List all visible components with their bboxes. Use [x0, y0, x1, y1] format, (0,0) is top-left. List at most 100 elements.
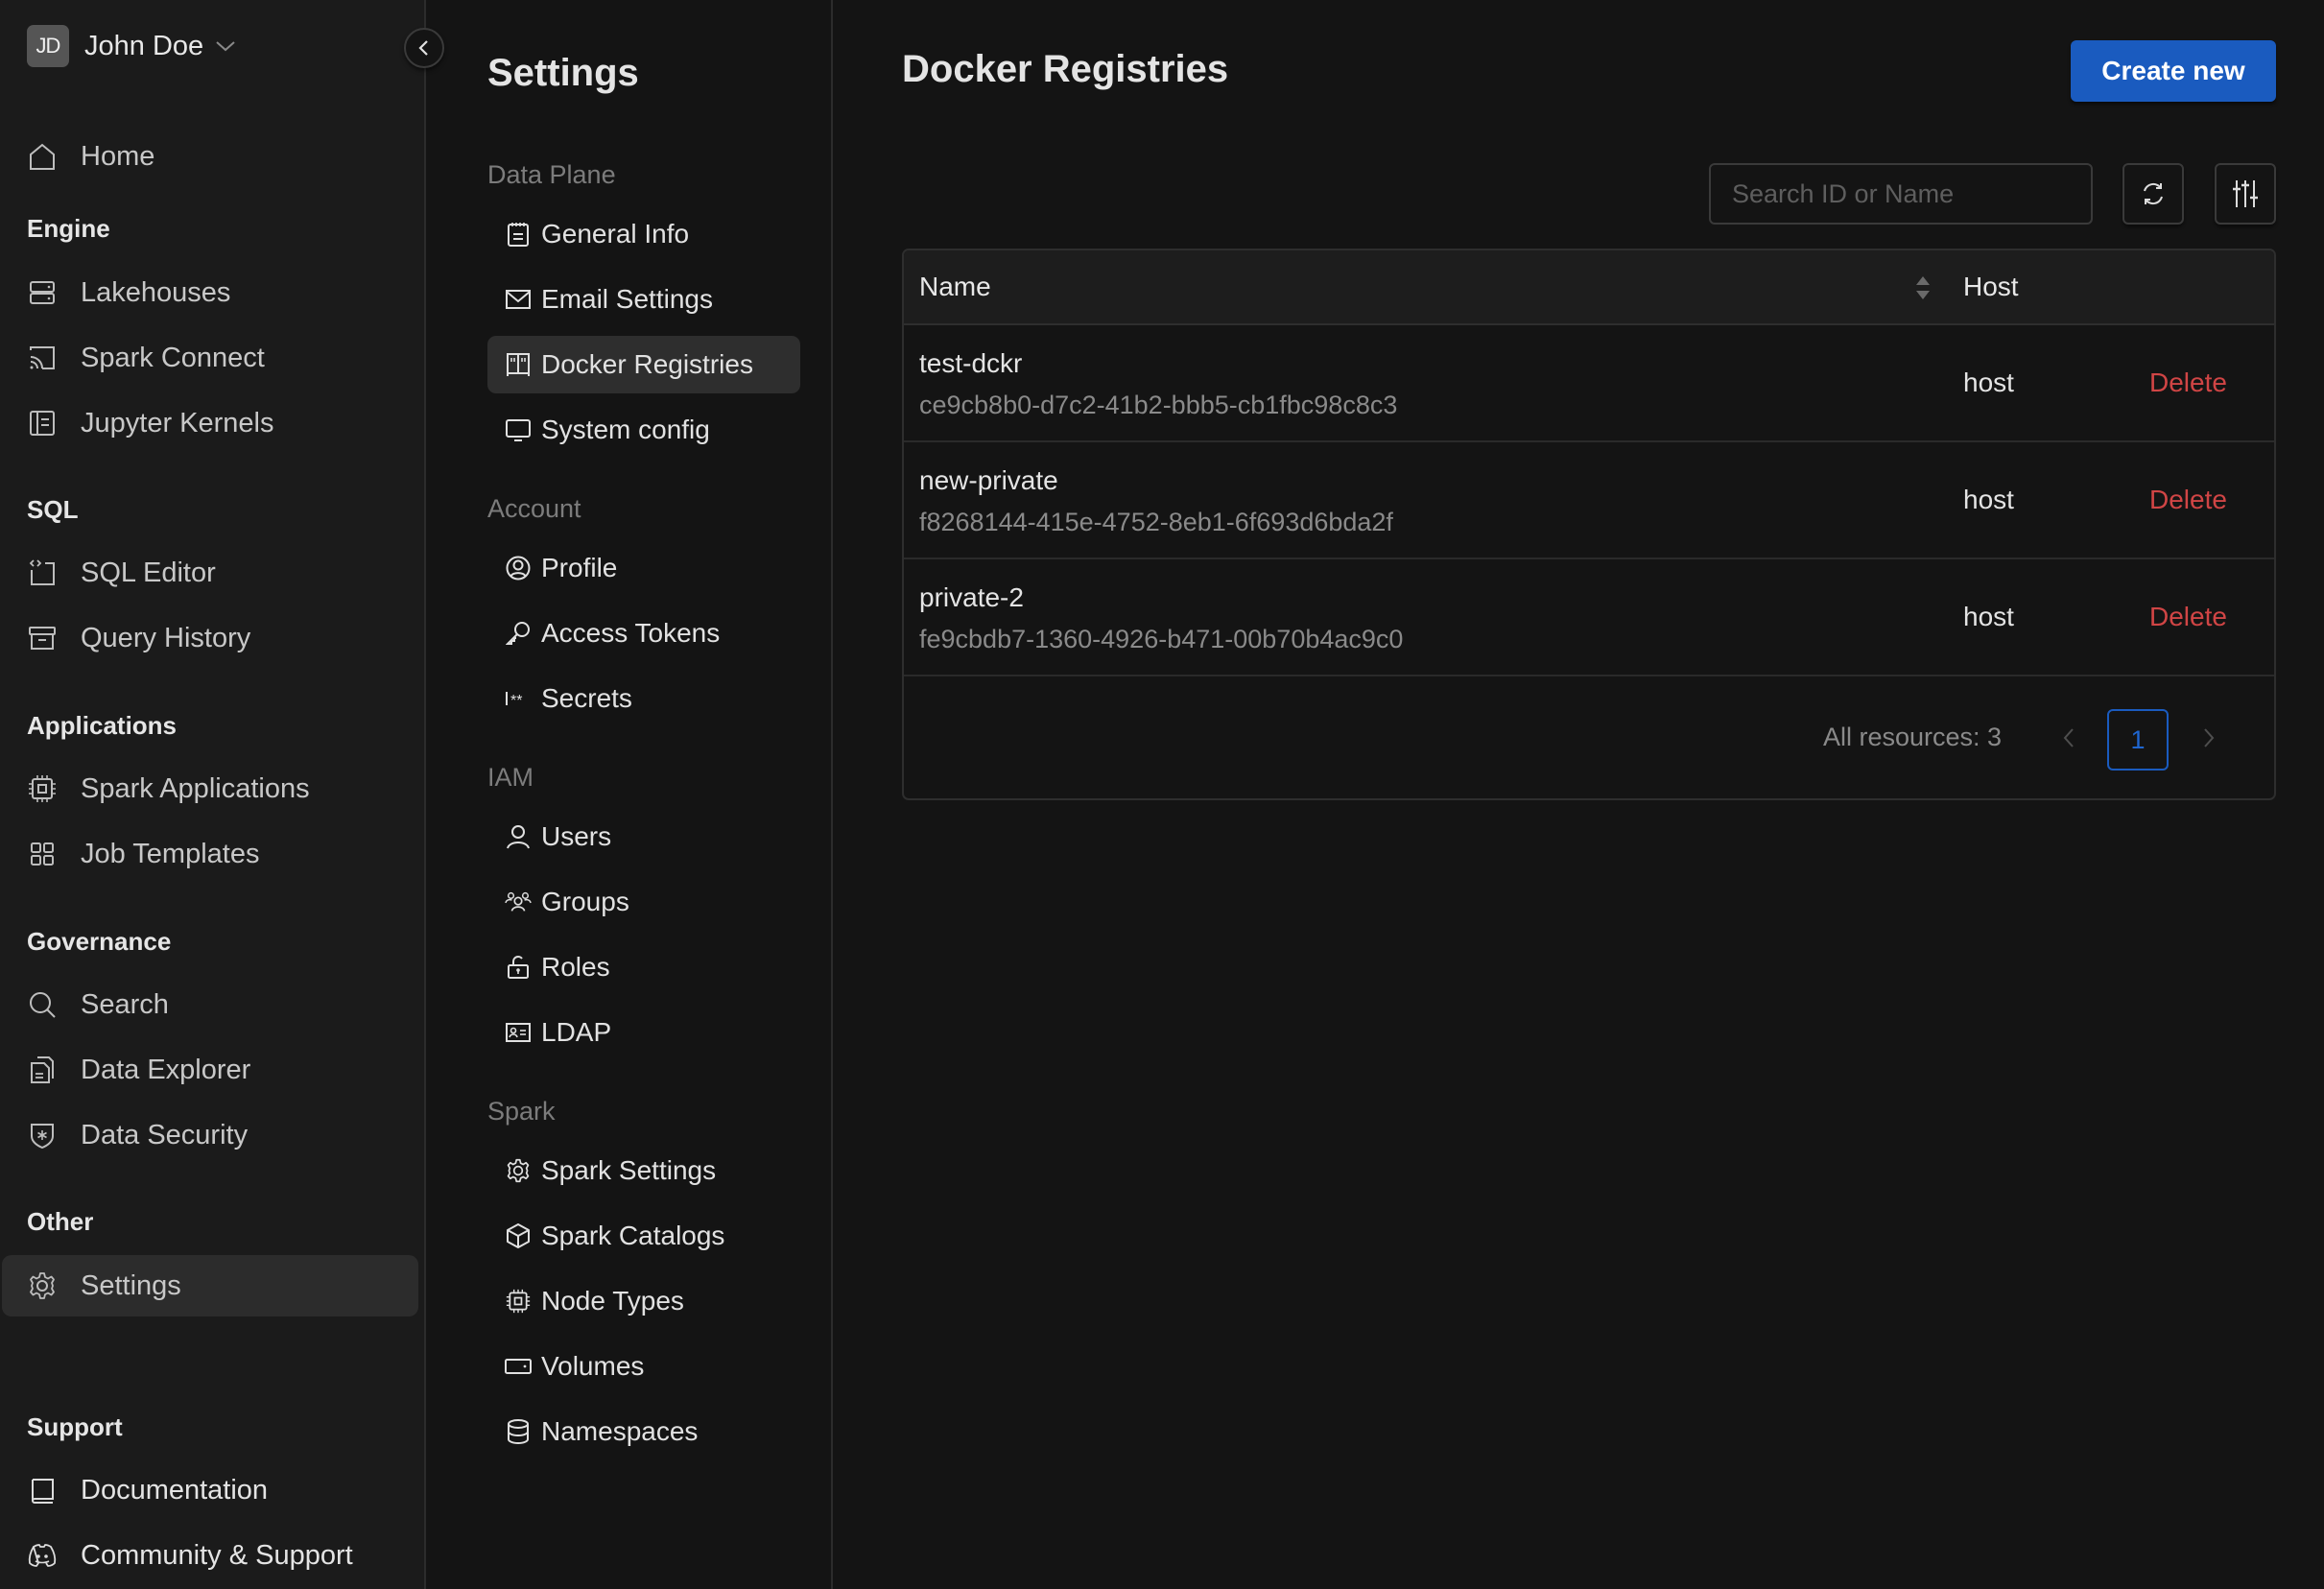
chevron-down-icon: [216, 41, 235, 52]
registry-name[interactable]: private-2: [919, 582, 1024, 613]
table-row[interactable]: new-private f8268144-415e-4752-8eb1-6f69…: [904, 442, 2274, 559]
sidebar-item-data-security[interactable]: Data Security: [2, 1104, 418, 1166]
settings-item-label: Users: [541, 821, 612, 851]
id-card-icon: [505, 1019, 532, 1046]
column-header-name[interactable]: Name: [919, 250, 991, 323]
settings-item-label: Access Tokens: [541, 618, 721, 648]
sidebar-item-search[interactable]: Search: [2, 974, 418, 1035]
search-input[interactable]: [1709, 163, 2093, 225]
sidebar-item-home[interactable]: Home: [2, 126, 418, 187]
discord-icon: [27, 1540, 58, 1571]
settings-item-label: Spark Settings: [541, 1155, 717, 1185]
sidebar-item-lakehouses[interactable]: Lakehouses: [2, 262, 418, 323]
sidebar-item-label: Home: [81, 140, 155, 172]
sort-icon[interactable]: [1913, 273, 1933, 302]
settings-item-users[interactable]: Users: [487, 808, 800, 866]
column-settings-button[interactable]: [2215, 163, 2276, 225]
settings-item-profile[interactable]: Profile: [487, 539, 800, 597]
user-icon: [505, 823, 532, 850]
settings-item-spark-catalogs[interactable]: Spark Catalogs: [487, 1207, 800, 1265]
code-editor-icon: [27, 557, 58, 588]
sidebar-item-label: Query History: [81, 622, 251, 653]
sidebar-item-jupyter-kernels[interactable]: Jupyter Kernels: [2, 392, 418, 454]
users-group-icon: [505, 889, 532, 915]
settings-item-label: Volumes: [541, 1351, 645, 1381]
table-header: Name Host: [904, 250, 2274, 325]
sidebar-item-label: Job Templates: [81, 838, 260, 869]
sidebar-item-label: Settings: [81, 1269, 181, 1301]
sidebar-item-spark-applications[interactable]: Spark Applications: [2, 758, 418, 819]
settings-item-general-info[interactable]: General Info: [487, 205, 800, 263]
registry-name[interactable]: test-dckr: [919, 348, 1022, 379]
registry-host: host: [1963, 368, 2014, 397]
notepad-icon: [505, 221, 532, 248]
page-title: Docker Registries: [902, 48, 1229, 90]
settings-item-roles[interactable]: Roles: [487, 938, 800, 996]
sidebar-item-label: Data Security: [81, 1119, 249, 1150]
cast-icon: [27, 343, 58, 373]
page-button-current[interactable]: 1: [2107, 709, 2169, 771]
sidebar-item-settings[interactable]: Settings: [2, 1255, 418, 1316]
settings-item-label: General Info: [541, 219, 690, 249]
settings-item-secrets[interactable]: ** Secrets: [487, 670, 800, 727]
sidebar-section-support: Support: [27, 1412, 123, 1441]
previous-page-button[interactable]: [2055, 721, 2082, 755]
sidebar-section-applications: Applications: [27, 711, 178, 740]
settings-item-access-tokens[interactable]: Access Tokens: [487, 605, 800, 662]
refresh-button[interactable]: [2122, 163, 2184, 225]
create-new-button[interactable]: Create new: [2071, 40, 2276, 102]
registry-id: ce9cb8b0-d7c2-41b2-bbb5-cb1fbc98c8c3: [919, 391, 1398, 419]
settings-section-spark: Spark: [487, 1097, 556, 1126]
settings-item-label: Secrets: [541, 683, 632, 713]
database-icon: [505, 1418, 532, 1445]
settings-item-groups[interactable]: Groups: [487, 873, 800, 931]
settings-item-node-types[interactable]: Node Types: [487, 1272, 800, 1330]
settings-section-iam: IAM: [487, 763, 534, 792]
settings-item-label: Roles: [541, 952, 610, 982]
main-content: Docker Registries Create new Name Host t…: [833, 0, 2324, 1589]
delete-button[interactable]: Delete: [2149, 602, 2227, 632]
sidebar-item-sql-editor[interactable]: SQL Editor: [2, 542, 418, 604]
registries-table: Name Host test-dckr ce9cb8b0-d7c2-41b2-b…: [902, 249, 2276, 800]
sidebar-item-job-templates[interactable]: Job Templates: [2, 823, 418, 885]
registry-name[interactable]: new-private: [919, 465, 1058, 496]
notebook-icon: [27, 408, 58, 439]
collapse-sidebar-button[interactable]: [404, 28, 444, 68]
key-icon: [505, 620, 532, 647]
sidebar-item-label: Documentation: [81, 1474, 269, 1506]
mail-icon: [505, 286, 532, 313]
delete-button[interactable]: Delete: [2149, 485, 2227, 515]
settings-item-label: Profile: [541, 553, 618, 582]
settings-item-system-config[interactable]: System config: [487, 401, 800, 459]
settings-item-docker-registries[interactable]: Docker Registries: [487, 336, 800, 393]
settings-item-label: System config: [541, 415, 710, 444]
settings-item-volumes[interactable]: Volumes: [487, 1338, 800, 1395]
home-icon: [27, 141, 58, 172]
delete-button[interactable]: Delete: [2149, 368, 2227, 398]
next-page-button[interactable]: [2195, 721, 2222, 755]
settings-title: Settings: [487, 52, 639, 94]
settings-item-namespaces[interactable]: Namespaces: [487, 1403, 800, 1460]
sidebar-item-label: SQL Editor: [81, 557, 216, 588]
sliders-icon: [2233, 180, 2258, 207]
sidebar-item-community-support[interactable]: Community & Support: [2, 1525, 418, 1586]
sidebar-section-governance: Governance: [27, 927, 172, 956]
settings-item-email-settings[interactable]: Email Settings: [487, 271, 800, 328]
settings-item-spark-settings[interactable]: Spark Settings: [487, 1142, 800, 1199]
table-row[interactable]: test-dckr ce9cb8b0-d7c2-41b2-bbb5-cb1fbc…: [904, 325, 2274, 442]
settings-item-ldap[interactable]: LDAP: [487, 1004, 800, 1061]
chevron-left-icon: [418, 40, 428, 56]
sidebar-item-query-history[interactable]: Query History: [2, 607, 418, 669]
sidebar-item-spark-connect[interactable]: Spark Connect: [2, 327, 418, 389]
sidebar-item-data-explorer[interactable]: Data Explorer: [2, 1039, 418, 1101]
cube-icon: [505, 1222, 532, 1249]
registry-id: fe9cbdb7-1360-4926-b471-00b70b4ac9c0: [919, 625, 1404, 653]
user-circle-icon: [505, 555, 532, 581]
sidebar-item-label: Search: [81, 988, 169, 1020]
settings-item-label: Node Types: [541, 1286, 684, 1316]
user-menu[interactable]: JD John Doe: [27, 25, 236, 67]
sidebar-item-documentation[interactable]: Documentation: [2, 1459, 418, 1521]
column-header-host: Host: [1963, 272, 2019, 301]
registry-id: f8268144-415e-4752-8eb1-6f693d6bda2f: [919, 508, 1393, 536]
table-row[interactable]: private-2 fe9cbdb7-1360-4926-b471-00b70b…: [904, 559, 2274, 676]
